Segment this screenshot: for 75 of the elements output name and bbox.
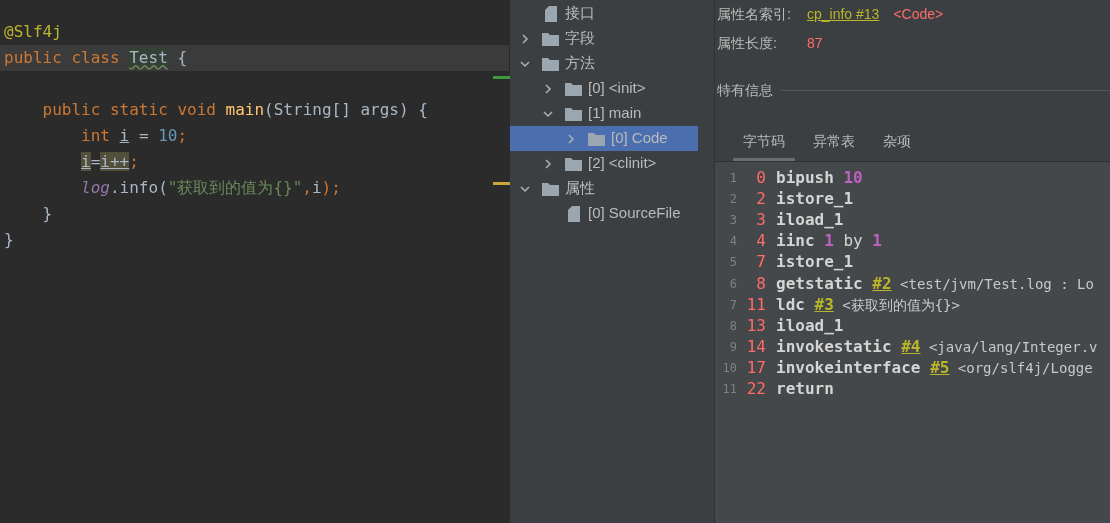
- folder-icon: [565, 106, 582, 121]
- tree-item[interactable]: [0] SourceFile: [510, 201, 698, 226]
- tree-item[interactable]: [1] main: [510, 101, 698, 126]
- error-stripe-mark: [493, 182, 510, 185]
- chevron-down-icon[interactable]: [520, 183, 530, 194]
- bytecode-offset: 14: [745, 336, 766, 359]
- attribute-tag: <Code>: [893, 3, 944, 25]
- line-number: 11: [721, 381, 737, 399]
- line-number: 10: [721, 360, 737, 378]
- folder-icon: [542, 56, 559, 71]
- folder-icon: [542, 181, 559, 196]
- file-icon: [544, 5, 557, 22]
- code-line: log.info("获取到的值为{}",i);: [80, 177, 341, 199]
- line-number: 7: [728, 296, 737, 314]
- folder-icon: [588, 131, 605, 146]
- tree-item[interactable]: 属性: [510, 176, 698, 201]
- tree-item[interactable]: [2] <clinit>: [510, 151, 698, 176]
- line-number: 8: [728, 317, 737, 335]
- bytecode-instruction: bipush 10: [776, 166, 863, 189]
- bytecode-instruction: iload_1: [776, 208, 844, 231]
- code-line: @Slf4j: [4, 21, 62, 43]
- bytecode-offset: 13: [745, 314, 766, 337]
- bytecode-instruction: istore_1: [776, 251, 854, 274]
- line-number: 9: [728, 339, 737, 357]
- attribute-value: 87: [807, 33, 823, 53]
- bytecode-instruction: getstatic #2 <test/jvm/Test.log : Lo: [776, 272, 1094, 295]
- bytecode-offset: 8: [755, 272, 766, 295]
- line-number: 6: [728, 275, 737, 293]
- code-editor[interactable]: @Slf4j public class Test { public static void main(String[] args) { int i = 10; i=i++; log.info("获取到的值为{}",i); } }: [0, 0, 510, 523]
- chevron-down-icon[interactable]: [543, 108, 553, 119]
- chevron-right-icon[interactable]: [543, 83, 553, 94]
- line-number: 3: [728, 211, 737, 229]
- line-number: 4: [728, 233, 737, 251]
- bytecode-instruction: iinc 1 by 1: [776, 230, 882, 253]
- bytecode-instruction: invokeinterface #5 <org/slf4j/Logge: [776, 357, 1093, 380]
- bytecode-instruction: invokestatic #4 <java/lang/Integer.v: [776, 336, 1098, 359]
- chevron-right-icon[interactable]: [543, 158, 553, 169]
- bytecode-offset: 3: [755, 208, 766, 231]
- bytecode-instruction: istore_1: [776, 187, 854, 210]
- bytecode-offset: 11: [745, 293, 766, 316]
- code-line: i=i++;: [80, 151, 139, 173]
- bytecode-offset: 22: [745, 378, 766, 401]
- tree-item[interactable]: 字段: [510, 26, 698, 51]
- bytecode-offset: 2: [755, 187, 766, 210]
- bytecode-instruction: ldc #3 <获取到的值为{}>: [776, 293, 960, 316]
- tree-item[interactable]: 接口: [510, 1, 698, 26]
- bytecode-offset: 17: [745, 357, 766, 380]
- line-number: 2: [728, 190, 737, 208]
- section-title: 特有信息: [717, 81, 773, 100]
- chevron-right-icon[interactable]: [520, 33, 530, 44]
- line-number: 1: [728, 169, 737, 187]
- attribute-link[interactable]: cp_info #13: [807, 3, 880, 25]
- folder-icon: [542, 31, 559, 46]
- code-line: }: [41, 203, 53, 225]
- tab[interactable]: 杂项: [873, 125, 921, 161]
- tree-item[interactable]: 方法: [510, 51, 698, 76]
- folder-icon: [565, 156, 582, 171]
- code-line: public static void main(String[] args) {: [41, 99, 428, 121]
- code-line: public class Test {: [4, 47, 188, 69]
- attribute-label: 属性长度:: [717, 33, 778, 53]
- file-icon: [567, 205, 580, 222]
- bytecode-offset: 4: [755, 230, 766, 253]
- line-number: 5: [728, 254, 737, 272]
- folder-icon: [565, 81, 582, 96]
- tree-item[interactable]: [0] <init>: [510, 76, 698, 101]
- bytecode-offset: 0: [755, 166, 766, 189]
- chevron-down-icon[interactable]: [520, 58, 530, 69]
- code-line: int i = 10;: [80, 125, 188, 147]
- attribute-label: 属性名索引:: [717, 4, 792, 24]
- bytecode-instruction: return: [776, 378, 834, 401]
- code-line: }: [4, 229, 14, 251]
- tab[interactable]: 异常表: [803, 125, 865, 161]
- bytecode-offset: 7: [755, 251, 766, 274]
- error-stripe-mark: [493, 76, 510, 79]
- bytecode-instruction: iload_1: [776, 314, 844, 337]
